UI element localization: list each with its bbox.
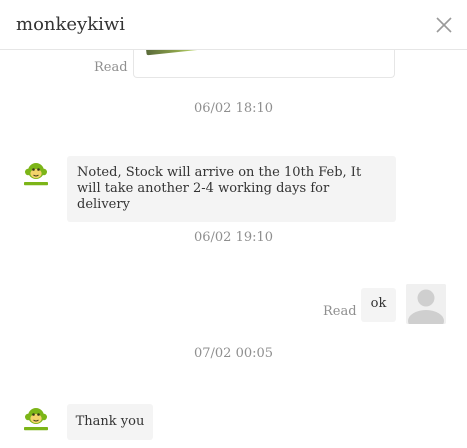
chat-title: monkeykiwi <box>16 14 126 35</box>
message-text: Noted, Stock will arrive on the 10th Feb… <box>77 165 362 212</box>
monkeykiwi-logo-icon[interactable] <box>24 406 48 434</box>
image-thumbnail <box>145 50 211 56</box>
message-bubble[interactable]: ok <box>361 288 396 322</box>
message-text: ok <box>370 296 387 311</box>
read-status: Read <box>323 304 357 319</box>
monkeykiwi-logo-icon[interactable] <box>24 161 48 189</box>
chat-header: monkeykiwi <box>0 0 467 50</box>
message-bubble[interactable]: Noted, Stock will arrive on the 10th Feb… <box>67 156 396 222</box>
message-timestamp: 06/02 18:10 <box>193 101 274 116</box>
read-status: Read <box>94 60 128 75</box>
message-timestamp: 06/02 19:10 <box>193 230 274 245</box>
message-text: Thank you <box>75 414 145 429</box>
message-timestamp: 07/02 00:05 <box>193 346 274 361</box>
user-avatar-icon[interactable] <box>406 284 446 324</box>
message-bubble[interactable]: Thank you <box>67 404 153 440</box>
close-icon[interactable] <box>432 13 456 37</box>
message-list[interactable]: Read 06/02 18:10 Noted, Stock will arriv… <box>0 50 467 448</box>
image-message[interactable] <box>133 50 395 78</box>
